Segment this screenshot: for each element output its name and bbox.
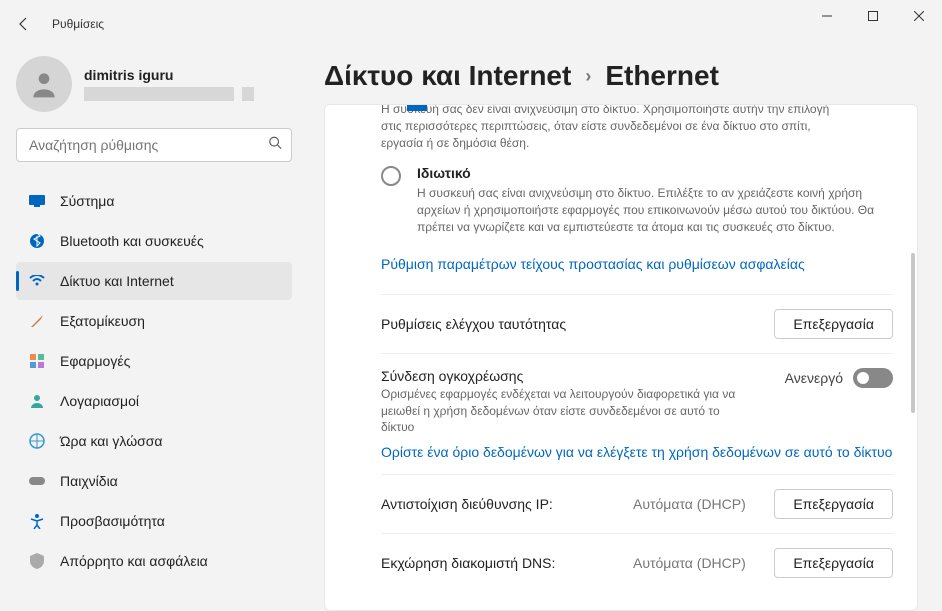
sidebar-item-gaming[interactable]: Παιχνίδια: [16, 462, 292, 500]
auth-title: Ρυθμίσεις ελέγχου ταυτότητας: [381, 316, 566, 332]
ip-assignment-row: Αντιστοίχιση διεύθυνσης IP: Αυτόματα (DH…: [381, 474, 893, 533]
search-input[interactable]: [16, 128, 292, 162]
sidebar-item-label: Παιχνίδια: [60, 473, 118, 489]
private-title: Ιδιωτικό: [417, 165, 877, 181]
network-type-private[interactable]: Ιδιωτικό Η συσκευή σας είναι ανιχνεύσιμη…: [381, 165, 893, 235]
user-name: dimitris iguru: [84, 67, 234, 83]
network-type-public[interactable]: Δημόσιο (συνιστάται) Η συσκευή σας δεν ε…: [351, 104, 893, 151]
sidebar-item-label: Δίκτυο και Internet: [60, 273, 174, 289]
sidebar: dimitris iguru Σύστημα Bluetooth και συσ…: [0, 48, 300, 611]
private-desc: Η συσκευή σας είναι ανιχνεύσιμη στο δίκτ…: [417, 185, 877, 235]
ip-edit-button[interactable]: Επεξεργασία: [774, 489, 893, 519]
user-info[interactable]: dimitris iguru: [16, 48, 292, 128]
sidebar-item-accessibility[interactable]: Προσβασιμότητα: [16, 502, 292, 540]
bluetooth-icon: [28, 232, 46, 250]
search-icon: [268, 136, 282, 155]
avatar: [16, 56, 72, 112]
sidebar-item-accounts[interactable]: Λογαριασμοί: [16, 382, 292, 420]
sidebar-item-label: Bluetooth και συσκευές: [60, 233, 204, 249]
sidebar-item-time[interactable]: Ώρα και γλώσσα: [16, 422, 292, 460]
minimize-button[interactable]: [804, 0, 850, 32]
sidebar-item-network[interactable]: Δίκτυο και Internet: [16, 262, 292, 300]
breadcrumb: Δίκτυο και Internet › Ethernet: [324, 60, 918, 92]
ip-value: Αυτόματα (DHCP): [633, 496, 762, 512]
app-title: Ρυθμίσεις: [52, 17, 104, 31]
breadcrumb-parent[interactable]: Δίκτυο και Internet: [324, 60, 571, 92]
sidebar-item-personalize[interactable]: Εξατομίκευση: [16, 302, 292, 340]
radio-empty-icon: [381, 166, 401, 186]
sidebar-item-label: Λογαριασμοί: [60, 393, 139, 409]
sidebar-item-apps[interactable]: Εφαρμογές: [16, 342, 292, 380]
ip-label: Αντιστοίχιση διεύθυνσης IP:: [381, 496, 621, 512]
settings-panel: Δημόσιο (συνιστάται) Η συσκευή σας δεν ε…: [324, 104, 918, 611]
chevron-right-icon: ›: [585, 66, 591, 87]
nav-list: Σύστημα Bluetooth και συσκευές Δίκτυο κα…: [16, 182, 292, 580]
gaming-icon: [28, 472, 46, 490]
sidebar-item-label: Εφαρμογές: [60, 353, 130, 369]
sidebar-item-label: Σύστημα: [60, 193, 114, 209]
accessibility-icon: [28, 512, 46, 530]
dns-label: Εκχώρηση διακομιστή DNS:: [381, 555, 621, 571]
sidebar-item-label: Ώρα και γλώσσα: [60, 433, 163, 449]
person-icon: [28, 392, 46, 410]
toggle-state-label: Ανενεργό: [785, 370, 843, 386]
data-limit-link[interactable]: Ορίστε ένα όριο δεδομένων για να ελέγξετ…: [381, 444, 893, 460]
user-email-redacted: [84, 87, 234, 101]
auth-edit-button[interactable]: Επεξεργασία: [774, 309, 893, 339]
wifi-icon: [28, 272, 46, 290]
sidebar-item-label: Εξατομίκευση: [60, 313, 145, 329]
breadcrumb-current: Ethernet: [605, 60, 719, 92]
close-button[interactable]: [896, 0, 942, 32]
metered-toggle[interactable]: [853, 368, 893, 388]
dns-value: Αυτόματα (DHCP): [633, 555, 762, 571]
dns-edit-button[interactable]: Επεξεργασία: [774, 548, 893, 578]
metered-title: Σύνδεση ογκοχρέωσης: [381, 368, 741, 384]
sidebar-item-bluetooth[interactable]: Bluetooth και συσκευές: [16, 222, 292, 260]
public-desc: Η συσκευή σας δεν είναι ανιχνεύσιμη στο …: [381, 104, 841, 151]
maximize-button[interactable]: [850, 0, 896, 32]
apps-icon: [28, 352, 46, 370]
back-button[interactable]: [8, 8, 40, 40]
sidebar-item-label: Απόρρητο και ασφάλεια: [60, 553, 208, 569]
globe-icon: [28, 432, 46, 450]
scrollbar[interactable]: [911, 113, 915, 602]
brush-icon: [28, 312, 46, 330]
dns-assignment-row: Εκχώρηση διακομιστή DNS: Αυτόματα (DHCP)…: [381, 533, 893, 592]
metered-desc: Ορισμένες εφαρμογές ενδέχεται να λειτουρ…: [381, 386, 741, 436]
sidebar-item-label: Προσβασιμότητα: [60, 513, 165, 529]
shield-icon: [28, 552, 46, 570]
firewall-settings-link[interactable]: Ρύθμιση παραμέτρων τείχους προστασίας κα…: [381, 256, 805, 272]
system-icon: [28, 192, 46, 210]
auth-settings-row: Ρυθμίσεις ελέγχου ταυτότητας Επεξεργασία: [381, 294, 893, 353]
sidebar-item-privacy[interactable]: Απόρρητο και ασφάλεια: [16, 542, 292, 580]
sidebar-item-system[interactable]: Σύστημα: [16, 182, 292, 220]
radio-selected-icon: [407, 104, 427, 111]
